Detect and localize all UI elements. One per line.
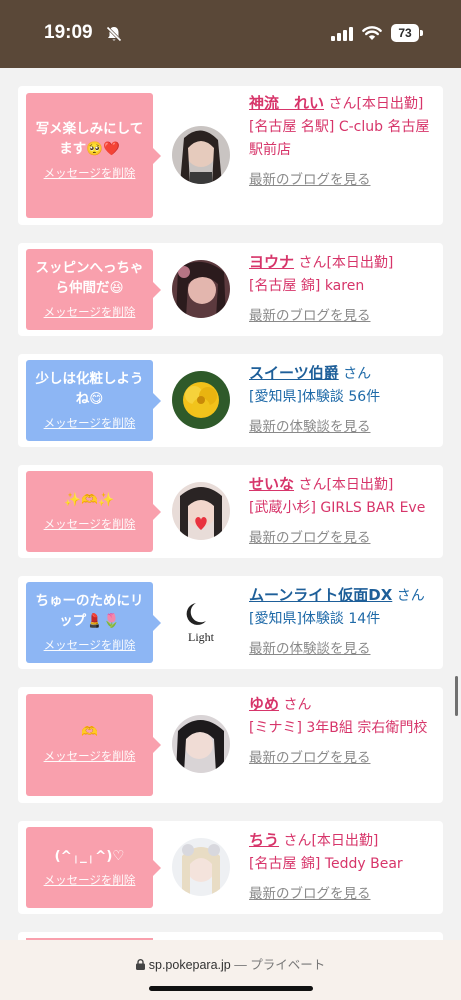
shop-detail: [名古屋 錦] Teddy Bear	[249, 856, 403, 872]
delete-message-link[interactable]: メッセージを削除	[44, 304, 136, 320]
latest-review-link[interactable]: 最新の体験談を見る	[249, 416, 439, 439]
avatar[interactable]	[172, 715, 230, 773]
list-item: (^╷_╷^)♡ メッセージを削除 ちう さん[本日出勤] [名古屋 錦] Te…	[18, 821, 443, 914]
entry-info: ちう さん[本日出勤] [名古屋 錦] Teddy Bear 最新のブログを見る	[249, 829, 439, 906]
delete-message-link[interactable]: メッセージを削除	[44, 415, 136, 431]
name-suffix: さん[本日出勤]	[283, 833, 379, 849]
avatar[interactable]	[172, 126, 230, 184]
avatar[interactable]: Light	[172, 593, 230, 651]
message-text: 🫶	[81, 724, 98, 740]
delete-message-link[interactable]: メッセージを削除	[44, 165, 136, 181]
list-item: 写メ楽しみにしてます🥺❤️ メッセージを削除 神流 れい さん[本日出勤] [名…	[18, 86, 443, 225]
avatar[interactable]	[172, 371, 230, 429]
delete-message-link[interactable]: メッセージを削除	[44, 748, 136, 764]
delete-message-link[interactable]: メッセージを削除	[44, 516, 136, 532]
list-item: 少しは化粧しようね😋 メッセージを削除 スイーツ伯爵 さん [愛知県]体験談 5…	[18, 354, 443, 447]
review-count: [愛知県]体験談 14件	[249, 611, 381, 627]
name-suffix: さん[本日出勤]	[298, 477, 394, 493]
wifi-icon	[362, 26, 382, 40]
shop-detail: [名古屋 名駅] C-club 名古屋駅前店	[249, 119, 430, 158]
delete-message-link[interactable]: メッセージを削除	[44, 872, 136, 888]
avatar-logo-text: Light	[188, 630, 215, 644]
url-separator: —	[230, 958, 251, 972]
latest-blog-link[interactable]: 最新のブログを見る	[249, 747, 439, 770]
name-link[interactable]: ヨウナ	[249, 253, 294, 271]
home-indicator[interactable]	[149, 986, 313, 991]
message-bubble: ✨🫶✨ メッセージを削除	[26, 471, 161, 552]
status-time: 19:09	[44, 22, 93, 43]
message-bubble: (^╷_╷^)♡ メッセージを削除	[26, 827, 161, 908]
battery-tip	[420, 30, 423, 36]
name-link[interactable]: せいな	[249, 475, 294, 493]
list-item: ✨🫶✨ メッセージを削除 せいな さん[本日出勤] [武蔵小杉] GIRLS B…	[18, 465, 443, 558]
name-link[interactable]: 神流 れい	[249, 94, 324, 112]
message-bubble: 少しは化粧しようね😋 メッセージを削除	[26, 360, 161, 441]
latest-blog-link[interactable]: 最新のブログを見る	[249, 527, 439, 550]
status-bar: 19:09 73	[0, 0, 461, 68]
message-text: ちゅーのためにリップ💄🌷	[35, 593, 144, 629]
entry-info: ゆめ さん [ミナミ] 3年B組 宗右衛門校 最新のブログを見る	[249, 693, 439, 770]
browser-bottom-bar: sp.pokepara.jp — プライベート	[0, 940, 461, 1000]
name-suffix: さん[本日出勤]	[298, 255, 394, 271]
name-link[interactable]: ちう	[249, 831, 279, 849]
address-bar[interactable]: sp.pokepara.jp — プライベート	[0, 954, 461, 973]
scrollbar[interactable]	[455, 676, 458, 716]
shop-detail: [武蔵小杉] GIRLS BAR Eve	[249, 500, 426, 516]
name-link[interactable]: ゆめ	[249, 695, 279, 713]
entry-info: 神流 れい さん[本日出勤] [名古屋 名駅] C-club 名古屋駅前店 最新…	[249, 92, 439, 192]
message-text: スッピンへっちゃら仲間だ😆	[35, 260, 144, 296]
name-link[interactable]: スイーツ伯爵	[249, 364, 339, 382]
latest-blog-link[interactable]: 最新のブログを見る	[249, 169, 439, 192]
shop-detail: [名古屋 錦] karen	[249, 278, 365, 294]
avatar[interactable]	[172, 260, 230, 318]
message-bubble: 🫶 メッセージを削除	[26, 694, 161, 796]
message-text: 少しは化粧しようね😋	[35, 371, 144, 407]
list-item: ちゅーのためにリップ💄🌷 メッセージを削除 Light ムーンライト仮面DX さ…	[18, 576, 443, 669]
signal-icon	[331, 27, 353, 41]
message-bubble: 写メ楽しみにしてます🥺❤️ メッセージを削除	[26, 93, 161, 218]
message-text: (^╷_╷^)♡	[54, 848, 125, 864]
list-item: 🫶 メッセージを削除 ゆめ さん [ミナミ] 3年B組 宗右衛門校 最新のブログ…	[18, 687, 443, 803]
entry-info: ヨウナ さん[本日出勤] [名古屋 錦] karen 最新のブログを見る	[249, 251, 439, 328]
url-text: sp.pokepara.jp	[148, 958, 231, 972]
battery-icon: 73	[391, 24, 419, 42]
name-suffix: さん[本日出勤]	[328, 96, 424, 112]
name-suffix: さん	[283, 697, 312, 713]
latest-blog-link[interactable]: 最新のブログを見る	[249, 883, 439, 906]
entry-info: せいな さん[本日出勤] [武蔵小杉] GIRLS BAR Eve 最新のブログ…	[249, 473, 439, 550]
delete-message-link[interactable]: メッセージを削除	[44, 637, 136, 653]
message-text: 写メ楽しみにしてます🥺❤️	[35, 121, 144, 157]
message-bubble: スッピンへっちゃら仲間だ😆 メッセージを削除	[26, 249, 161, 330]
latest-review-link[interactable]: 最新の体験談を見る	[249, 638, 439, 661]
avatar[interactable]	[172, 838, 230, 896]
silent-bell-icon	[106, 26, 122, 42]
private-label: プライベート	[250, 958, 326, 972]
message-bubble: ちゅーのためにリップ💄🌷 メッセージを削除	[26, 582, 161, 663]
review-count: [愛知県]体験談 56件	[249, 389, 381, 405]
name-suffix: さん	[396, 588, 425, 604]
message-text: ✨🫶✨	[64, 492, 115, 508]
latest-blog-link[interactable]: 最新のブログを見る	[249, 305, 439, 328]
name-suffix: さん	[343, 366, 372, 382]
entry-info: ムーンライト仮面DX さん [愛知県]体験談 14件 最新の体験談を見る	[249, 584, 439, 661]
avatar[interactable]	[172, 482, 230, 540]
list-item: スッピンへっちゃら仲間だ😆 メッセージを削除 ヨウナ さん[本日出勤] [名古屋…	[18, 243, 443, 336]
name-link[interactable]: ムーンライト仮面DX	[249, 586, 392, 604]
shop-detail: [ミナミ] 3年B組 宗右衛門校	[249, 720, 428, 736]
entry-info: スイーツ伯爵 さん [愛知県]体験談 56件 最新の体験談を見る	[249, 362, 439, 439]
lock-icon	[135, 959, 145, 970]
